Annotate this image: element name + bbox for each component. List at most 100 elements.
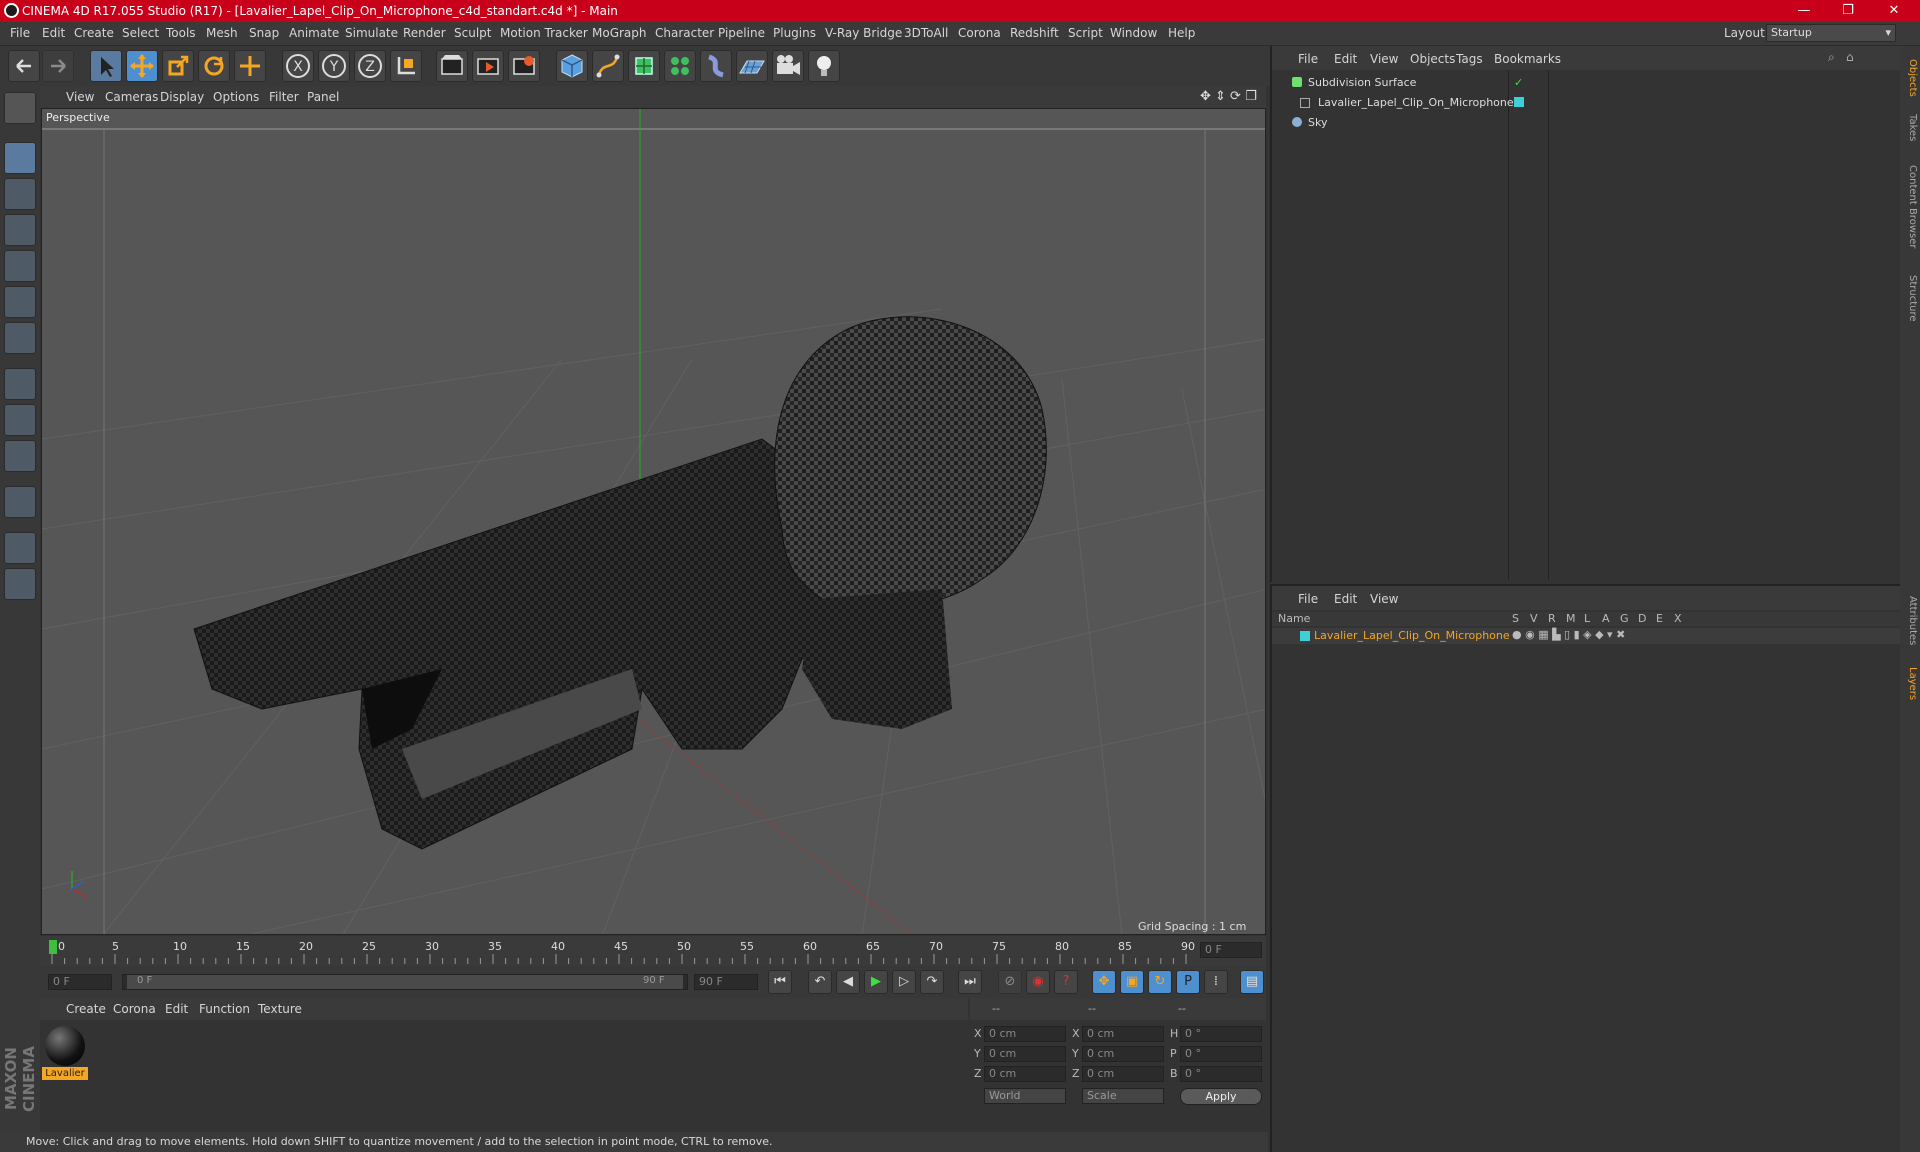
move-icon[interactable] [126, 50, 158, 82]
menu-motion-tracker[interactable]: Motion Tracker [500, 26, 588, 40]
workplane-lock-icon[interactable] [4, 532, 36, 564]
autokeying-icon[interactable]: ◉ [1026, 970, 1050, 994]
record-keys-icon[interactable]: ⊘ [998, 970, 1022, 994]
menu-corona[interactable]: Corona [958, 26, 1001, 40]
maximize-button[interactable]: ❐ [1826, 0, 1870, 22]
apply-button[interactable]: Apply [1180, 1088, 1262, 1105]
menu-3dtoall[interactable]: 3DToAll [904, 26, 948, 40]
key-position-icon[interactable]: ✥ [1092, 970, 1116, 994]
undo-icon[interactable] [8, 50, 40, 82]
rotation-p-field[interactable]: 0 ° [1180, 1046, 1262, 1062]
cloner-icon[interactable] [664, 50, 696, 82]
menu-create[interactable]: Create [74, 26, 114, 40]
snap-icon[interactable] [4, 440, 36, 472]
visibility-check-icon[interactable]: ✓ [1514, 76, 1523, 89]
frame-range-handle[interactable] [127, 975, 683, 989]
size-y-field[interactable]: 0 cm [1082, 1046, 1164, 1062]
viewport-menu-options[interactable]: Options [213, 90, 259, 104]
key-rotation-icon[interactable]: ↻ [1148, 970, 1172, 994]
tweak-mode-icon[interactable] [4, 404, 36, 436]
edit-render-settings-icon[interactable] [508, 50, 540, 82]
perspective-viewport[interactable]: Perspective Grid Spacing : 1 cm [41, 108, 1266, 935]
position-z-field[interactable]: 0 cm [984, 1066, 1066, 1082]
obj-menu-view[interactable]: View [1370, 52, 1398, 66]
viewport-navigation-icons[interactable]: ✥ ⇕ ⟳ ❐ [1200, 89, 1257, 104]
rotation-b-field[interactable]: 0 ° [1180, 1066, 1262, 1082]
layer-flag-icons[interactable]: ● ◉ ▦ ▙ ▯ ▮ ◈ ◆ ▾ ✖ [1512, 628, 1625, 641]
select-icon[interactable] [90, 50, 122, 82]
x-axis-icon[interactable]: X [282, 50, 314, 82]
menu-vray-bridge[interactable]: V-Ray Bridge [825, 26, 902, 40]
model-mode-icon[interactable] [4, 142, 36, 174]
layer-menu-file[interactable]: File [1298, 592, 1318, 606]
coord-mode-select[interactable]: World [984, 1088, 1066, 1104]
y-axis-icon[interactable]: Y [318, 50, 350, 82]
menu-mograph[interactable]: MoGraph [592, 26, 647, 40]
play-icon[interactable]: ▶ [864, 970, 888, 994]
z-axis-icon[interactable]: Z [354, 50, 386, 82]
texture-mode-icon[interactable] [4, 178, 36, 210]
menu-help[interactable]: Help [1168, 26, 1195, 40]
menu-select[interactable]: Select [122, 26, 159, 40]
menu-snap[interactable]: Snap [249, 26, 279, 40]
camera-icon[interactable] [772, 50, 804, 82]
pen-icon[interactable] [592, 50, 624, 82]
light-icon[interactable] [808, 50, 840, 82]
tab-takes[interactable]: Takes [1902, 108, 1918, 148]
timeline-window-icon[interactable]: ▤ [1240, 970, 1264, 994]
layer-color-swatch[interactable] [1514, 97, 1524, 107]
timeline-ruler[interactable]: 0 5 10 15 20 25 30 35 40 45 50 55 60 65 … [40, 936, 1266, 966]
obj-menu-tags[interactable]: Tags [1456, 52, 1483, 66]
subdivision-icon[interactable] [628, 50, 660, 82]
tab-attributes[interactable]: Attributes [1902, 586, 1918, 656]
make-editable-icon[interactable] [4, 92, 36, 124]
object-row[interactable]: Subdivision Surface ✓ [1272, 74, 1900, 92]
playhead[interactable] [49, 940, 57, 954]
menu-animate[interactable]: Animate [289, 26, 339, 40]
viewport-menu-view[interactable]: View [66, 90, 94, 104]
tab-structure[interactable]: Structure [1902, 268, 1918, 328]
go-to-start-icon[interactable]: ⏮ [768, 970, 792, 994]
scale-icon[interactable] [162, 50, 194, 82]
obj-menu-bookmarks[interactable]: Bookmarks [1494, 52, 1561, 66]
next-frame-icon[interactable]: ▷ [892, 970, 916, 994]
menu-simulate[interactable]: Simulate [345, 26, 398, 40]
menu-sculpt[interactable]: Sculpt [454, 26, 491, 40]
workplane-mode-icon[interactable] [4, 214, 36, 246]
position-y-field[interactable]: 0 cm [984, 1046, 1066, 1062]
keyframe-selection-icon[interactable]: ? [1054, 970, 1078, 994]
deformer-icon[interactable] [700, 50, 732, 82]
rotate-icon[interactable] [198, 50, 230, 82]
position-x-field[interactable]: 0 cm [984, 1026, 1066, 1042]
key-scale-icon[interactable]: ▣ [1120, 970, 1144, 994]
material-menu-texture[interactable]: Texture [258, 1002, 302, 1016]
material-menu-corona[interactable]: Corona [113, 1002, 156, 1016]
menu-mesh[interactable]: Mesh [206, 26, 238, 40]
layer-color-swatch[interactable] [1300, 631, 1310, 641]
edges-mode-icon[interactable] [4, 286, 36, 318]
grid-workplane-icon[interactable] [4, 568, 36, 600]
frame-range-slider[interactable]: 0 F 90 F [122, 974, 688, 990]
menu-window[interactable]: Window [1110, 26, 1157, 40]
menu-tools[interactable]: Tools [166, 26, 196, 40]
key-point-level-icon[interactable]: ⁞ [1204, 970, 1228, 994]
obj-menu-objects[interactable]: Objects [1410, 52, 1455, 66]
menu-file[interactable]: File [10, 26, 30, 40]
render-picture-viewer-icon[interactable] [472, 50, 504, 82]
magnet-icon[interactable] [4, 486, 36, 518]
layer-menu-edit[interactable]: Edit [1334, 592, 1357, 606]
current-frame-field[interactable]: 0 F [1200, 942, 1262, 958]
go-to-end-icon[interactable]: ⏭ [958, 970, 982, 994]
menu-redshift[interactable]: Redshift [1010, 26, 1059, 40]
minimize-button[interactable]: — [1782, 0, 1826, 22]
start-frame-field[interactable]: 0 F [48, 974, 112, 990]
end-frame-field[interactable]: 90 F [694, 974, 758, 990]
material-menu-function[interactable]: Function [199, 1002, 250, 1016]
layer-row[interactable]: Lavalier_Lapel_Clip_On_Microphone ● ◉ ▦ … [1272, 628, 1900, 644]
key-parameter-icon[interactable]: P [1176, 970, 1200, 994]
tab-objects[interactable]: Objects [1902, 52, 1918, 104]
menu-plugins[interactable]: Plugins [773, 26, 816, 40]
rotation-h-field[interactable]: 0 ° [1180, 1026, 1262, 1042]
obj-menu-file[interactable]: File [1298, 52, 1318, 66]
search-icon[interactable]: ⌕ [1828, 50, 1835, 65]
